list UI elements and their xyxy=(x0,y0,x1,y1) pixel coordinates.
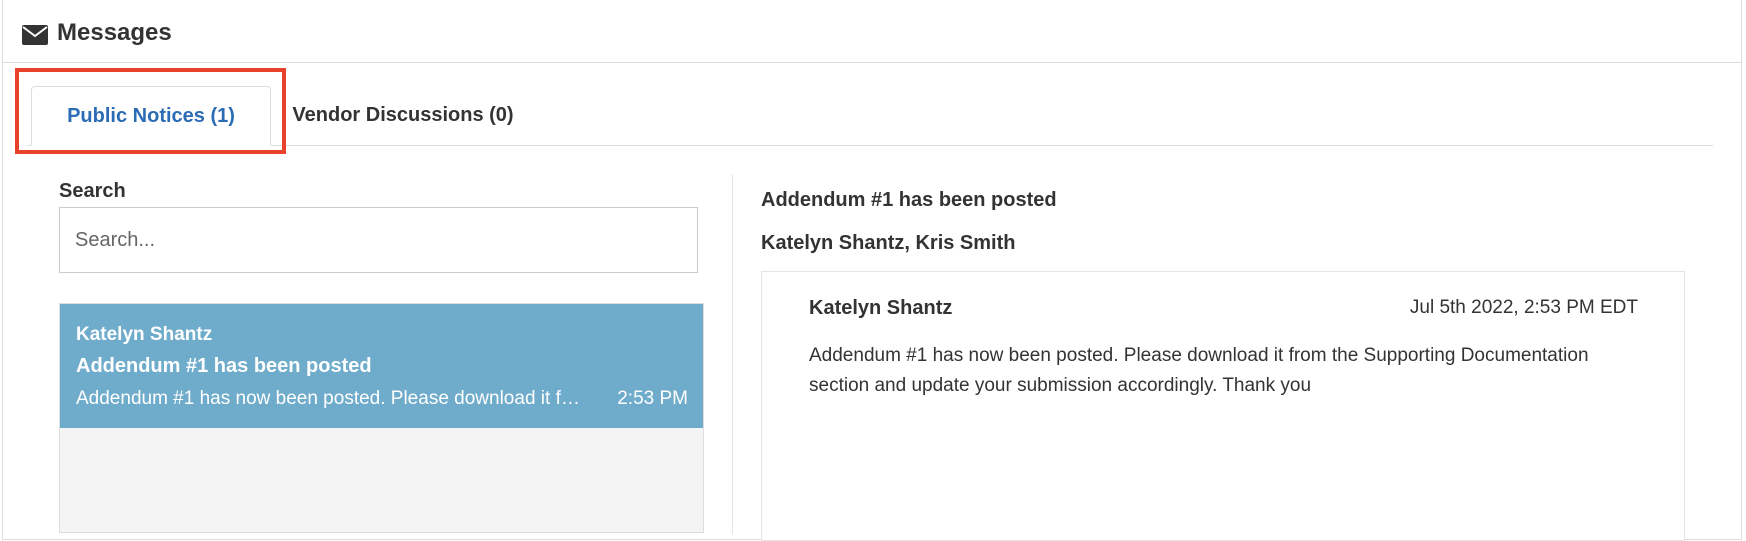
panel-header: Messages xyxy=(3,0,1741,63)
list-item-sender: Katelyn Shantz xyxy=(76,324,213,345)
message-timestamp: Jul 5th 2022, 2:53 PM EDT xyxy=(1409,297,1638,318)
tab-vendor-discussions[interactable]: Vendor Discussions (0) xyxy=(280,86,526,145)
message-detail-box: Katelyn Shantz Jul 5th 2022, 2:53 PM EDT… xyxy=(761,271,1685,541)
message-list: Katelyn Shantz Addendum #1 has been post… xyxy=(59,303,704,533)
tab-bar: Public Notices (1) Vendor Discussions (0… xyxy=(27,86,1713,146)
envelope-icon xyxy=(22,25,48,45)
column-divider xyxy=(732,174,733,534)
message-detail-subject: Addendum #1 has been posted xyxy=(761,189,1057,211)
message-sender: Katelyn Shantz xyxy=(809,297,953,319)
page-title: Messages xyxy=(57,19,172,46)
list-item-preview: Addendum #1 has now been posted. Please … xyxy=(76,388,586,409)
message-body: Addendum #1 has now been posted. Please … xyxy=(809,345,1589,396)
tab-public-notices[interactable]: Public Notices (1) xyxy=(31,86,271,146)
message-participants: Katelyn Shantz, Kris Smith xyxy=(761,232,1016,254)
list-item[interactable]: Katelyn Shantz Addendum #1 has been post… xyxy=(60,304,703,428)
list-item-subject: Addendum #1 has been posted xyxy=(76,355,372,377)
search-label: Search xyxy=(59,180,126,202)
search-input[interactable] xyxy=(59,207,698,273)
list-item-time: 2:53 PM xyxy=(617,388,688,409)
